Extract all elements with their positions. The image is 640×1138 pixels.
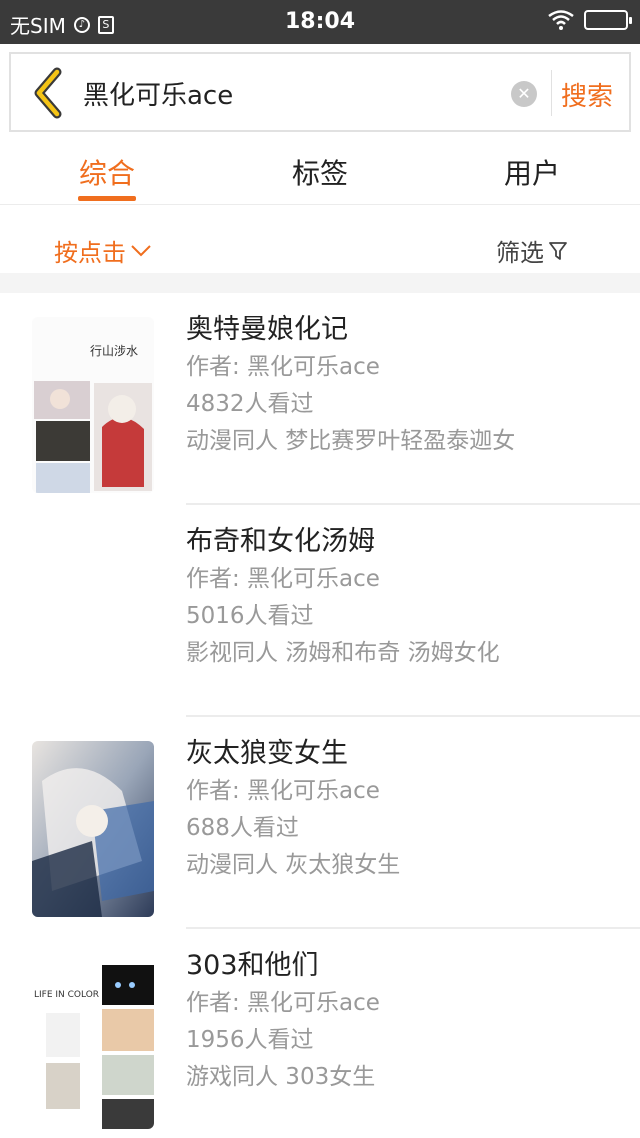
result-tags: 动漫同人 灰太狼女生 bbox=[186, 852, 401, 878]
result-tags: 影视同人 汤姆和布奇 汤姆女化 bbox=[186, 640, 500, 666]
battery-icon bbox=[584, 10, 632, 30]
result-title[interactable]: 奥特曼娘化记 bbox=[186, 311, 626, 349]
filter-funnel-icon bbox=[549, 241, 567, 260]
result-item[interactable]: 行山涉水 奥特曼娘化记 作者: 黑化可乐ace 4832人看过 动漫同人 梦比赛… bbox=[0, 293, 640, 505]
search-bar: ✕ 搜索 bbox=[9, 52, 631, 132]
search-divider bbox=[551, 70, 552, 116]
result-views: 4832人看过 bbox=[186, 391, 314, 417]
filter-button[interactable]: 筛选 bbox=[496, 233, 568, 268]
tab-tags[interactable]: 标签 bbox=[250, 152, 390, 192]
chevron-left-icon bbox=[34, 67, 62, 119]
result-views: 1956人看过 bbox=[186, 1027, 314, 1053]
result-tags: 游戏同人 303女生 bbox=[186, 1064, 376, 1090]
clear-icon[interactable]: ✕ bbox=[511, 81, 537, 107]
result-info: 布奇和女化汤姆 作者: 黑化可乐ace 5016人看过 影视同人 汤姆和布奇 汤… bbox=[186, 523, 626, 672]
back-button[interactable] bbox=[23, 66, 73, 120]
result-title[interactable]: 303和他们 bbox=[186, 947, 626, 985]
result-tags: 动漫同人 梦比赛罗叶轻盈泰迦女 bbox=[186, 428, 516, 454]
tab-all[interactable]: 综合 bbox=[37, 152, 177, 192]
sort-filter-bar: 按点击 筛选 bbox=[0, 205, 640, 273]
result-item[interactable]: 布奇和女化汤姆 作者: 黑化可乐ace 5016人看过 影视同人 汤姆和布奇 汤… bbox=[0, 505, 640, 717]
status-right bbox=[548, 10, 632, 30]
filter-label: 筛选 bbox=[496, 239, 544, 267]
active-tab-indicator bbox=[78, 196, 136, 201]
result-title[interactable]: 灰太狼变女生 bbox=[186, 735, 626, 773]
search-button[interactable]: 搜索 bbox=[561, 76, 613, 113]
cover-image: 行山涉水 bbox=[32, 317, 154, 493]
status-bar: 无SIM ♪ S 18:04 bbox=[0, 0, 640, 44]
result-views: 5016人看过 bbox=[186, 603, 314, 629]
cover-image bbox=[32, 741, 154, 917]
result-author: 作者: 黑化可乐ace bbox=[186, 354, 380, 380]
search-input[interactable] bbox=[83, 66, 503, 120]
cover-title-text: 行山涉水 bbox=[90, 344, 138, 358]
sort-dropdown[interactable]: 按点击 bbox=[54, 233, 152, 268]
result-info: 灰太狼变女生 作者: 黑化可乐ace 688人看过 动漫同人 灰太狼女生 bbox=[186, 735, 626, 884]
result-info: 303和他们 作者: 黑化可乐ace 1956人看过 游戏同人 303女生 bbox=[186, 947, 626, 1096]
sort-label: 按点击 bbox=[54, 239, 126, 267]
result-author: 作者: 黑化可乐ace bbox=[186, 566, 380, 592]
result-title[interactable]: 布奇和女化汤姆 bbox=[186, 523, 626, 561]
wifi-icon bbox=[548, 10, 574, 30]
section-spacer bbox=[0, 273, 640, 293]
result-info: 奥特曼娘化记 作者: 黑化可乐ace 4832人看过 动漫同人 梦比赛罗叶轻盈泰… bbox=[186, 311, 626, 460]
chevron-down-icon bbox=[131, 244, 151, 256]
result-item[interactable]: LIFE IN COLOR 303和他们 作者: 黑化可乐ace 1956人看过… bbox=[0, 929, 640, 1138]
result-author: 作者: 黑化可乐ace bbox=[186, 990, 380, 1016]
result-item[interactable]: 灰太狼变女生 作者: 黑化可乐ace 688人看过 动漫同人 灰太狼女生 bbox=[0, 717, 640, 929]
result-author: 作者: 黑化可乐ace bbox=[186, 778, 380, 804]
cover-image: LIFE IN COLOR bbox=[32, 953, 154, 1129]
cover-title-text: LIFE IN COLOR bbox=[34, 990, 99, 1000]
status-time: 18:04 bbox=[284, 9, 356, 34]
result-views: 688人看过 bbox=[186, 815, 299, 841]
tab-users[interactable]: 用户 bbox=[462, 152, 602, 192]
tab-bar: 综合 标签 用户 bbox=[0, 140, 640, 204]
